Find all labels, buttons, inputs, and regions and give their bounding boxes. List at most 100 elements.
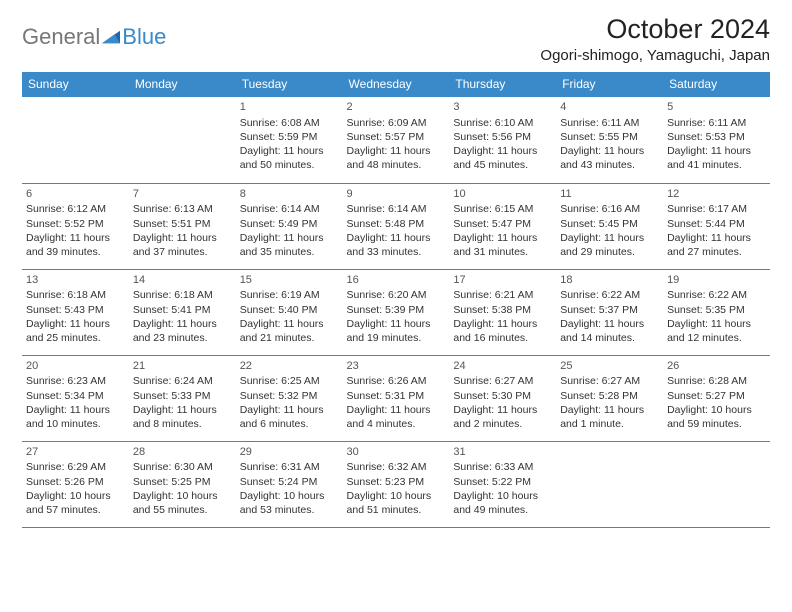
calendar-day-cell: 21Sunrise: 6:24 AMSunset: 5:33 PMDayligh…: [129, 355, 236, 441]
calendar-day-cell: 14Sunrise: 6:18 AMSunset: 5:41 PMDayligh…: [129, 269, 236, 355]
day-daylight2: and 39 minutes.: [26, 245, 125, 259]
day-daylight1: Daylight: 10 hours: [240, 489, 339, 503]
day-number: 2: [347, 100, 446, 115]
day-sunset: Sunset: 5:34 PM: [26, 389, 125, 403]
title-block: October 2024 Ogori-shimogo, Yamaguchi, J…: [540, 14, 770, 64]
calendar-day-cell: 10Sunrise: 6:15 AMSunset: 5:47 PMDayligh…: [449, 183, 556, 269]
day-daylight1: Daylight: 11 hours: [560, 144, 659, 158]
day-number: 10: [453, 187, 552, 202]
day-daylight2: and 8 minutes.: [133, 417, 232, 431]
day-sunset: Sunset: 5:37 PM: [560, 303, 659, 317]
day-sunset: Sunset: 5:47 PM: [453, 217, 552, 231]
day-sunset: Sunset: 5:26 PM: [26, 475, 125, 489]
day-daylight1: Daylight: 11 hours: [240, 403, 339, 417]
day-daylight1: Daylight: 11 hours: [560, 317, 659, 331]
calendar-day-cell: 20Sunrise: 6:23 AMSunset: 5:34 PMDayligh…: [22, 355, 129, 441]
day-sunset: Sunset: 5:56 PM: [453, 130, 552, 144]
day-sunrise: Sunrise: 6:11 AM: [667, 116, 766, 130]
day-sunrise: Sunrise: 6:18 AM: [133, 288, 232, 302]
day-daylight2: and 59 minutes.: [667, 417, 766, 431]
calendar-day-cell: 26Sunrise: 6:28 AMSunset: 5:27 PMDayligh…: [663, 355, 770, 441]
day-number: 20: [26, 359, 125, 374]
day-number: 24: [453, 359, 552, 374]
day-sunrise: Sunrise: 6:12 AM: [26, 202, 125, 216]
calendar-day-cell: [22, 97, 129, 183]
calendar-day-cell: 25Sunrise: 6:27 AMSunset: 5:28 PMDayligh…: [556, 355, 663, 441]
day-daylight2: and 49 minutes.: [453, 503, 552, 517]
day-sunset: Sunset: 5:51 PM: [133, 217, 232, 231]
day-number: 4: [560, 100, 659, 115]
day-sunset: Sunset: 5:55 PM: [560, 130, 659, 144]
day-sunset: Sunset: 5:30 PM: [453, 389, 552, 403]
day-daylight1: Daylight: 11 hours: [240, 231, 339, 245]
calendar-day-cell: 1Sunrise: 6:08 AMSunset: 5:59 PMDaylight…: [236, 97, 343, 183]
day-sunrise: Sunrise: 6:16 AM: [560, 202, 659, 216]
day-daylight1: Daylight: 11 hours: [133, 403, 232, 417]
day-number: 12: [667, 187, 766, 202]
day-sunset: Sunset: 5:35 PM: [667, 303, 766, 317]
weekday-header: Monday: [129, 72, 236, 97]
day-sunset: Sunset: 5:43 PM: [26, 303, 125, 317]
day-number: 21: [133, 359, 232, 374]
calendar-week-row: 27Sunrise: 6:29 AMSunset: 5:26 PMDayligh…: [22, 441, 770, 527]
day-number: 26: [667, 359, 766, 374]
day-sunset: Sunset: 5:32 PM: [240, 389, 339, 403]
day-daylight1: Daylight: 11 hours: [453, 403, 552, 417]
logo-text-general: General: [22, 24, 100, 50]
day-sunset: Sunset: 5:23 PM: [347, 475, 446, 489]
day-sunset: Sunset: 5:39 PM: [347, 303, 446, 317]
weekday-header: Tuesday: [236, 72, 343, 97]
day-sunrise: Sunrise: 6:21 AM: [453, 288, 552, 302]
day-number: 19: [667, 273, 766, 288]
day-number: 11: [560, 187, 659, 202]
day-number: 3: [453, 100, 552, 115]
day-number: 7: [133, 187, 232, 202]
day-daylight2: and 48 minutes.: [347, 158, 446, 172]
calendar-day-cell: 22Sunrise: 6:25 AMSunset: 5:32 PMDayligh…: [236, 355, 343, 441]
calendar-week-row: 13Sunrise: 6:18 AMSunset: 5:43 PMDayligh…: [22, 269, 770, 355]
weekday-header: Saturday: [663, 72, 770, 97]
day-daylight1: Daylight: 11 hours: [133, 317, 232, 331]
day-daylight1: Daylight: 11 hours: [26, 403, 125, 417]
day-daylight1: Daylight: 10 hours: [667, 403, 766, 417]
day-sunset: Sunset: 5:48 PM: [347, 217, 446, 231]
calendar-day-cell: 23Sunrise: 6:26 AMSunset: 5:31 PMDayligh…: [343, 355, 450, 441]
calendar-day-cell: 3Sunrise: 6:10 AMSunset: 5:56 PMDaylight…: [449, 97, 556, 183]
day-sunrise: Sunrise: 6:32 AM: [347, 460, 446, 474]
day-sunset: Sunset: 5:40 PM: [240, 303, 339, 317]
day-number: 22: [240, 359, 339, 374]
day-sunset: Sunset: 5:57 PM: [347, 130, 446, 144]
day-daylight2: and 27 minutes.: [667, 245, 766, 259]
day-daylight1: Daylight: 11 hours: [453, 144, 552, 158]
day-daylight2: and 23 minutes.: [133, 331, 232, 345]
day-daylight2: and 4 minutes.: [347, 417, 446, 431]
calendar-day-cell: [663, 441, 770, 527]
day-sunrise: Sunrise: 6:22 AM: [560, 288, 659, 302]
calendar-day-cell: 18Sunrise: 6:22 AMSunset: 5:37 PMDayligh…: [556, 269, 663, 355]
day-sunrise: Sunrise: 6:31 AM: [240, 460, 339, 474]
day-sunrise: Sunrise: 6:18 AM: [26, 288, 125, 302]
day-sunrise: Sunrise: 6:09 AM: [347, 116, 446, 130]
day-daylight1: Daylight: 11 hours: [240, 144, 339, 158]
day-daylight2: and 43 minutes.: [560, 158, 659, 172]
day-number: 14: [133, 273, 232, 288]
calendar-day-cell: 29Sunrise: 6:31 AMSunset: 5:24 PMDayligh…: [236, 441, 343, 527]
day-number: 27: [26, 445, 125, 460]
day-daylight2: and 2 minutes.: [453, 417, 552, 431]
day-daylight1: Daylight: 11 hours: [667, 317, 766, 331]
day-daylight1: Daylight: 10 hours: [347, 489, 446, 503]
day-number: 16: [347, 273, 446, 288]
day-daylight2: and 6 minutes.: [240, 417, 339, 431]
day-sunset: Sunset: 5:27 PM: [667, 389, 766, 403]
day-daylight1: Daylight: 11 hours: [133, 231, 232, 245]
day-number: 1: [240, 100, 339, 115]
weekday-header: Thursday: [449, 72, 556, 97]
day-sunrise: Sunrise: 6:27 AM: [560, 374, 659, 388]
day-sunset: Sunset: 5:41 PM: [133, 303, 232, 317]
day-sunrise: Sunrise: 6:25 AM: [240, 374, 339, 388]
calendar-day-cell: 12Sunrise: 6:17 AMSunset: 5:44 PMDayligh…: [663, 183, 770, 269]
calendar-day-cell: 4Sunrise: 6:11 AMSunset: 5:55 PMDaylight…: [556, 97, 663, 183]
logo: General Blue: [22, 14, 166, 50]
day-number: 23: [347, 359, 446, 374]
calendar-day-cell: 15Sunrise: 6:19 AMSunset: 5:40 PMDayligh…: [236, 269, 343, 355]
